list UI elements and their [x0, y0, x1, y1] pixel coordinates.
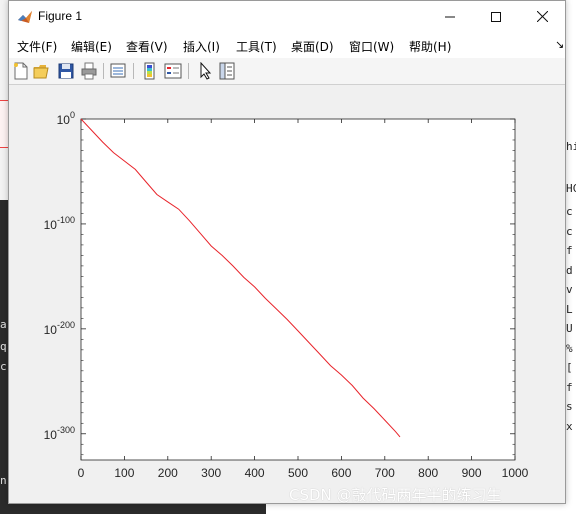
plot-area [80, 118, 516, 461]
menu-file[interactable]: 文件(F) [17, 38, 57, 55]
menu-help[interactable]: 帮助(H) [409, 38, 451, 55]
background-code-text: [ [566, 361, 573, 374]
menu-window[interactable]: 窗口(W) [349, 38, 394, 55]
toolbar [9, 58, 565, 85]
insert-legend-icon[interactable] [164, 62, 182, 80]
background-code-text: d [566, 263, 573, 277]
x-tick-label: 1000 [502, 466, 529, 480]
background-console-text: n [0, 474, 7, 487]
x-tick-label: 200 [158, 466, 178, 480]
menu-insert[interactable]: 插入(I) [183, 38, 220, 55]
maximize-icon [491, 11, 501, 22]
x-tick-label: 0 [78, 466, 85, 480]
new-figure-icon[interactable] [12, 62, 30, 80]
matlab-logo-icon [17, 9, 33, 25]
background-code-text: c [566, 224, 573, 238]
x-tick-label: 900 [462, 466, 482, 480]
background-editor-right [566, 0, 576, 514]
background-console-left [0, 200, 8, 514]
figure-canvas[interactable]: 0 100 200 300 400 500 600 700 800 900 1000 100 10-10… [9, 85, 565, 503]
link-plot-icon[interactable] [109, 62, 127, 80]
x-tick-label: 600 [331, 466, 351, 480]
background-console-bottom [0, 504, 266, 514]
y-tick-label: 100 [57, 110, 75, 127]
menu-view[interactable]: 查看(V) [126, 38, 168, 55]
background-console-text: q [0, 340, 7, 353]
background-code-text: HC [566, 182, 576, 195]
y-tick-label: 10-100 [44, 215, 75, 232]
menu-bar: 文件(F) 编辑(E) 查看(V) 插入(I) 工具(T) 桌面(D) 窗口(W… [9, 32, 565, 58]
maximize-button[interactable] [473, 1, 519, 32]
close-icon [536, 11, 548, 22]
close-button[interactable] [519, 1, 565, 32]
background-code-text: f [566, 380, 573, 394]
menu-tools[interactable]: 工具(T) [236, 38, 277, 55]
background-console-text: c [0, 360, 7, 373]
background-console-text: a [0, 318, 7, 331]
x-tick-label: 400 [245, 466, 265, 480]
menu-desktop[interactable]: 桌面(D) [291, 38, 334, 55]
print-icon[interactable] [80, 62, 98, 80]
background-code-text: % [566, 341, 573, 355]
pointer-icon[interactable] [196, 62, 214, 80]
plot-axes[interactable]: 0 100 200 300 400 500 600 700 800 900 1000 100 10-10… [9, 85, 565, 503]
toolbar-separator [188, 63, 189, 79]
window-title: Figure 1 [38, 9, 83, 23]
background-code-text: f [566, 244, 573, 257]
x-tick-label: 500 [288, 466, 308, 480]
background-code-text: c [566, 205, 573, 218]
background-code-text: hi [566, 140, 576, 153]
x-tick-label: 300 [201, 466, 221, 480]
background-code-text: x [566, 419, 573, 433]
csdn-watermark: CSDN @敲代码两年半的练习生 [289, 486, 502, 504]
background-code-text: v [566, 283, 573, 296]
y-tick-label: 10-200 [44, 320, 75, 337]
background-error-strip [0, 100, 8, 148]
save-icon[interactable] [57, 62, 75, 80]
toolbar-separator [133, 63, 134, 79]
x-tick-label: 700 [375, 466, 395, 480]
figure-window: Figure 1 文件(F) 编辑(E) 查看(V) 插入(I) 工具(T) 桌… [8, 0, 566, 504]
menu-edit[interactable]: 编辑(E) [71, 38, 112, 55]
background-code-text: s [566, 400, 573, 413]
x-tick-label: 800 [418, 466, 438, 480]
minimize-icon [445, 16, 455, 17]
dock-arrow-icon[interactable]: ↘ [555, 38, 564, 51]
insert-colorbar-icon[interactable] [141, 62, 159, 80]
minimize-button[interactable] [427, 1, 473, 32]
toolbar-separator [103, 63, 104, 79]
background-code-text: L [566, 302, 573, 316]
property-inspector-icon[interactable] [218, 62, 236, 80]
x-tick-label: 100 [114, 466, 134, 480]
y-tick-label: 10-300 [44, 425, 75, 442]
open-file-icon[interactable] [33, 62, 51, 80]
background-code-text: U [566, 322, 573, 335]
title-bar[interactable]: Figure 1 [9, 1, 565, 32]
